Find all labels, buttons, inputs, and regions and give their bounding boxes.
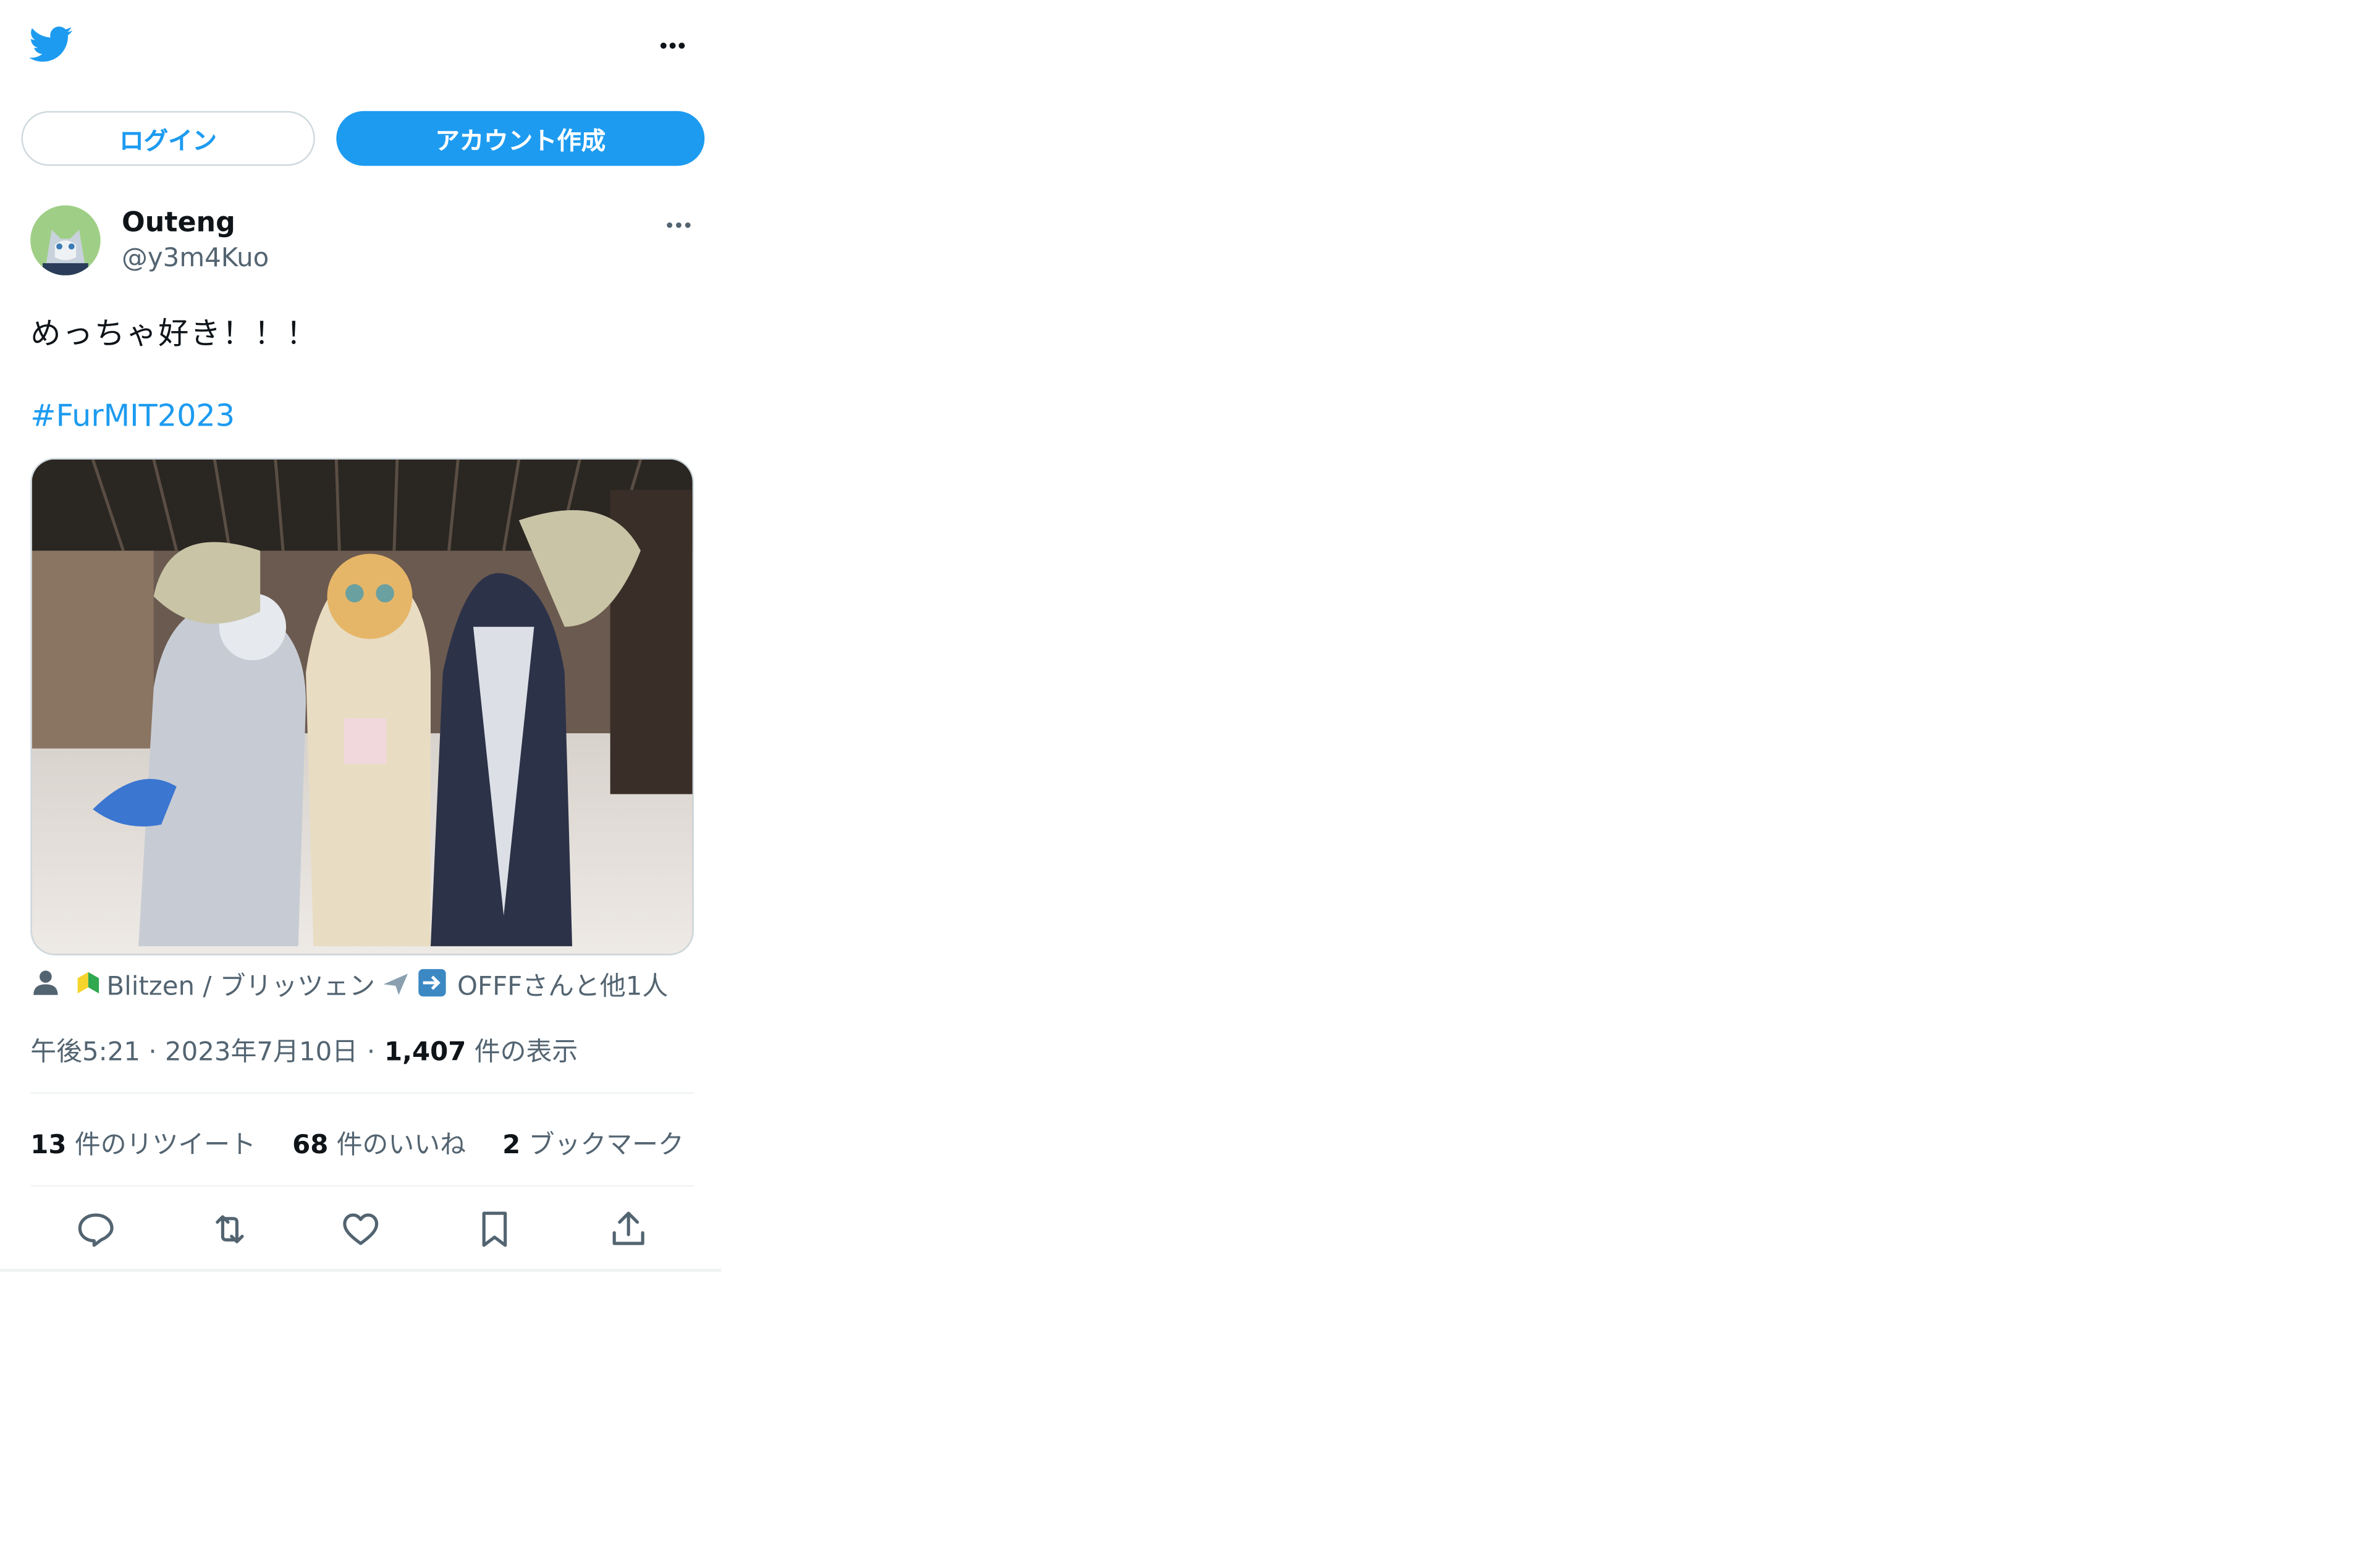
twitter-bird-icon[interactable] [27,21,73,67]
display-name[interactable]: Outeng [122,207,235,239]
bookmarks-stat[interactable]: 2 ブックマーク [502,1123,684,1161]
likes-count: 68 [292,1130,329,1161]
views-label: 件の表示 [474,1037,578,1068]
views-count: 1,407 [384,1037,466,1068]
retweets-stat[interactable]: 13 件のリツイート [30,1123,256,1161]
login-button[interactable]: ログイン [21,111,315,166]
bookmark-icon[interactable] [473,1208,516,1251]
signup-button[interactable]: アカウント作成 [336,111,705,166]
meta-separator: · [140,1037,165,1068]
likes-stat[interactable]: 68 件のいいね [292,1123,466,1161]
airplane-icon [384,973,409,995]
tagged-users[interactable]: Blitzen / ブリッツェン OFFFさんと他1人 [30,964,669,1002]
meta-separator: · [366,1037,376,1068]
hashtag-link[interactable]: #FurMIT2023 [30,397,235,434]
like-icon[interactable] [339,1208,382,1251]
likes-label: 件のいいね [336,1130,466,1161]
tweet-time[interactable]: 午後5:21 [30,1038,140,1068]
divider [30,1092,694,1094]
retweet-icon[interactable] [208,1208,251,1251]
tweet-photo[interactable] [30,458,694,956]
bottom-divider [0,1269,722,1272]
tweet-date[interactable]: 2023年7月10日 [165,1038,358,1068]
avatar[interactable] [30,205,101,275]
retweets-label: 件のリツイート [74,1130,256,1161]
reply-icon[interactable] [75,1208,117,1251]
share-icon[interactable] [607,1208,650,1251]
beginner-leaf-icon [77,972,99,994]
photo-image [32,459,693,954]
tagged-text-pre: Blitzen / ブリッツェン [106,971,376,1002]
bookmarks-label: ブックマーク [528,1130,684,1161]
tweet-stats: 13 件のリツイート 68 件のいいね 2 ブックマーク [30,1123,720,1161]
right-arrow-icon [419,969,447,997]
tweet-action-bar [30,1202,694,1257]
user-handle[interactable]: @y3m4Kuo [122,243,269,274]
more-horizontal-icon[interactable] [651,24,694,67]
avatar-image [30,205,101,275]
tweet-text: めっちゃ好き！！！ [30,314,318,351]
more-horizontal-icon[interactable] [660,207,697,243]
tagged-text-post: OFFFさんと他1人 [457,971,669,1002]
bookmarks-count: 2 [502,1130,521,1161]
person-icon [33,970,58,995]
tweet-meta: 午後5:21 · 2023年7月10日 · 1,407 件の表示 [30,1030,578,1068]
retweets-count: 13 [30,1130,67,1161]
divider [30,1185,694,1187]
